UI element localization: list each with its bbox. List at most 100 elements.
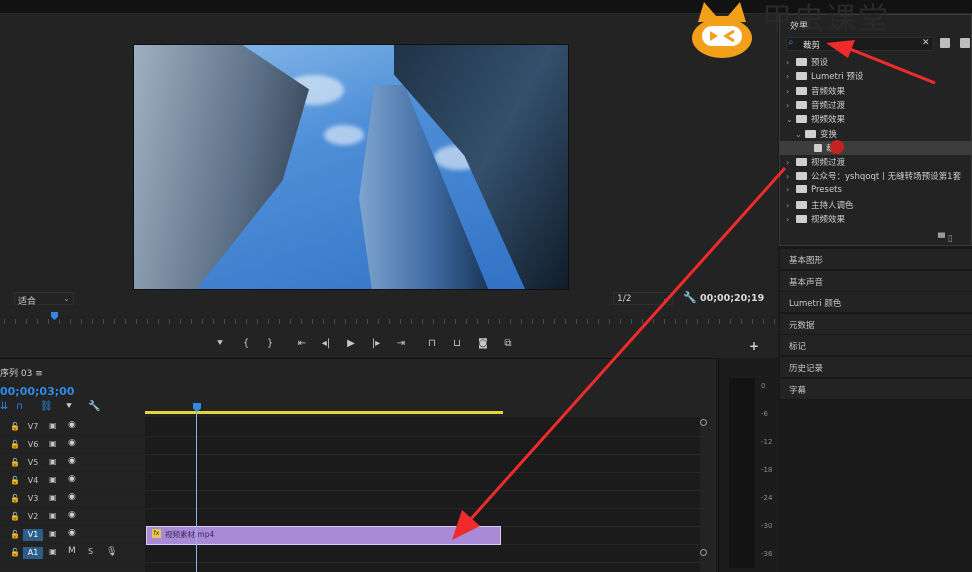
lock-icon[interactable]: 🔓 <box>10 494 20 503</box>
sync-lock-icon[interactable]: ▣ <box>49 511 57 520</box>
panel-tab-4[interactable]: 标记 <box>780 334 972 356</box>
snap-icon[interactable]: ∩ <box>16 401 23 412</box>
go-to-out-icon[interactable]: ⇥ <box>393 336 409 352</box>
effect-folder[interactable]: › 预设 <box>786 56 970 70</box>
track-name[interactable]: V7 <box>23 421 43 433</box>
folder-icon[interactable]: ▀ ▯ <box>938 234 953 244</box>
effect-folder[interactable]: ⌄ 变换 <box>795 128 970 142</box>
sync-lock-icon[interactable]: ▣ <box>49 493 57 502</box>
mute-button[interactable]: M <box>68 546 76 556</box>
panel-tab-1[interactable]: 基本声音 <box>780 269 972 291</box>
sync-lock-icon[interactable]: ▣ <box>49 457 57 466</box>
track-header-v5[interactable]: 🔓 V5 ▣ ◉ <box>0 455 145 472</box>
timeline-playhead-line[interactable] <box>196 412 197 572</box>
effect-folder[interactable]: › 音频过渡 <box>786 99 970 113</box>
track-name[interactable]: A1 <box>23 547 43 559</box>
chevron-down-icon[interactable]: ⌄ <box>786 115 796 124</box>
track-header-v2[interactable]: 🔓 V2 ▣ ◉ <box>0 509 145 526</box>
video-clip[interactable]: fx 视频素材.mp4 <box>146 526 501 545</box>
chevron-right-icon[interactable]: › <box>786 58 796 67</box>
track-name[interactable]: V2 <box>23 511 43 523</box>
chevron-down-icon[interactable]: ⌄ <box>795 130 805 139</box>
track-name[interactable]: V4 <box>23 475 43 487</box>
clear-search-icon[interactable]: ✕ <box>922 38 930 48</box>
effects-search-value[interactable]: 裁剪 <box>803 39 820 51</box>
panel-tab-6[interactable]: 字幕 <box>780 377 972 399</box>
lock-icon[interactable]: 🔓 <box>10 530 20 539</box>
preset-bin-icon[interactable] <box>960 38 970 48</box>
export-frame-icon[interactable]: ◙ <box>475 336 491 352</box>
play-icon[interactable]: ▶ <box>343 336 359 352</box>
scroll-knob[interactable] <box>700 549 707 556</box>
menu-item[interactable] <box>180 0 214 8</box>
sequence-tab[interactable]: 序列 03 ≡ <box>0 366 43 379</box>
effect-folder[interactable]: ⌄ 视频效果 <box>786 113 970 127</box>
microphone-icon[interactable]: 🎙 <box>106 547 117 557</box>
sync-lock-icon[interactable]: ▣ <box>49 529 57 538</box>
lock-icon[interactable]: 🔓 <box>10 458 20 467</box>
panel-tab-5[interactable]: 历史记录 <box>780 356 972 377</box>
menu-item[interactable] <box>130 0 164 8</box>
lift-icon[interactable]: ⊓ <box>424 336 440 352</box>
lock-icon[interactable]: 🔓 <box>10 422 20 431</box>
chevron-right-icon[interactable]: › <box>786 101 796 110</box>
eye-icon[interactable]: ◉ <box>68 474 76 484</box>
nest-icon[interactable]: ⇊ <box>0 401 8 412</box>
eye-icon[interactable]: ◉ <box>68 528 76 538</box>
step-back-icon[interactable]: ◂| <box>318 336 334 352</box>
sync-lock-icon[interactable]: ▣ <box>49 439 57 448</box>
add-marker-icon[interactable]: ⯆ <box>212 336 228 352</box>
effect-folder[interactable]: › 主持人调色 <box>786 199 970 213</box>
chevron-right-icon[interactable]: › <box>786 185 796 194</box>
track-name[interactable]: V5 <box>23 457 43 469</box>
track-name[interactable]: V1 <box>23 529 43 541</box>
chevron-right-icon[interactable]: › <box>786 72 796 81</box>
lock-icon[interactable]: 🔓 <box>10 476 20 485</box>
track-header-v7[interactable]: 🔓 V7 ▣ ◉ <box>0 419 145 436</box>
effect-item-selected[interactable]: 裁剪 <box>804 142 970 156</box>
chevron-right-icon[interactable]: › <box>786 201 796 210</box>
panel-tab-0[interactable]: 基本图形 <box>780 248 972 269</box>
chevron-right-icon[interactable]: › <box>786 158 796 167</box>
timeline-vertical-scroll[interactable] <box>700 419 708 569</box>
mark-out-icon[interactable]: } <box>262 336 278 352</box>
lock-icon[interactable]: 🔓 <box>10 512 20 521</box>
chevron-right-icon[interactable]: › <box>786 172 796 181</box>
wrench-icon[interactable]: 🔧 <box>683 291 697 304</box>
lock-icon[interactable]: 🔓 <box>10 440 20 449</box>
eye-icon[interactable]: ◉ <box>68 456 76 466</box>
go-to-in-icon[interactable]: ⇤ <box>294 336 310 352</box>
mark-in-icon[interactable]: { <box>238 336 254 352</box>
effect-folder[interactable]: › 视频过渡 <box>786 156 970 170</box>
new-bin-icon[interactable] <box>940 38 950 48</box>
wrench-icon[interactable]: 🔧 <box>88 401 100 412</box>
effect-folder[interactable]: › Lumetri 预设 <box>786 70 970 84</box>
track-header-v3[interactable]: 🔓 V3 ▣ ◉ <box>0 491 145 508</box>
track-header-v6[interactable]: 🔓 V6 ▣ ◉ <box>0 437 145 454</box>
resolution-select[interactable]: 1/2 ⌄ <box>613 292 673 305</box>
sync-lock-icon[interactable]: ▣ <box>49 547 57 556</box>
scroll-knob[interactable] <box>700 419 707 426</box>
chevron-right-icon[interactable]: › <box>786 215 796 224</box>
eye-icon[interactable]: ◉ <box>68 492 76 502</box>
linked-selection-icon[interactable]: ⛓ <box>40 401 53 412</box>
track-name[interactable]: V6 <box>23 439 43 451</box>
add-marker-icon[interactable]: ⯆ <box>65 401 73 412</box>
add-button-icon[interactable]: + <box>749 339 759 353</box>
effect-folder[interactable]: › 公众号：yshqoqt丨无缝转场预设第1套 <box>786 170 970 184</box>
track-name[interactable]: V3 <box>23 493 43 505</box>
extract-icon[interactable]: ⊔ <box>449 336 465 352</box>
work-area-bar[interactable] <box>145 411 503 414</box>
track-header-v4[interactable]: 🔓 V4 ▣ ◉ <box>0 473 145 490</box>
timeline-timecode[interactable]: 00;00;03;00 <box>0 385 74 398</box>
panel-tab-2[interactable]: Lumetri 颜色 <box>780 291 972 313</box>
chevron-right-icon[interactable]: › <box>786 87 796 96</box>
eye-icon[interactable]: ◉ <box>68 510 76 520</box>
tab-menu-icon[interactable]: ≡ <box>35 369 43 379</box>
track-header-a1[interactable]: 🔓 A1 ▣ M S 🎙 <box>0 545 145 562</box>
step-forward-icon[interactable]: |▸ <box>368 336 384 352</box>
timeline-ruler[interactable] <box>145 403 705 417</box>
menu-item[interactable] <box>80 0 114 8</box>
eye-icon[interactable]: ◉ <box>68 438 76 448</box>
effect-folder[interactable]: › Presets <box>786 184 970 199</box>
